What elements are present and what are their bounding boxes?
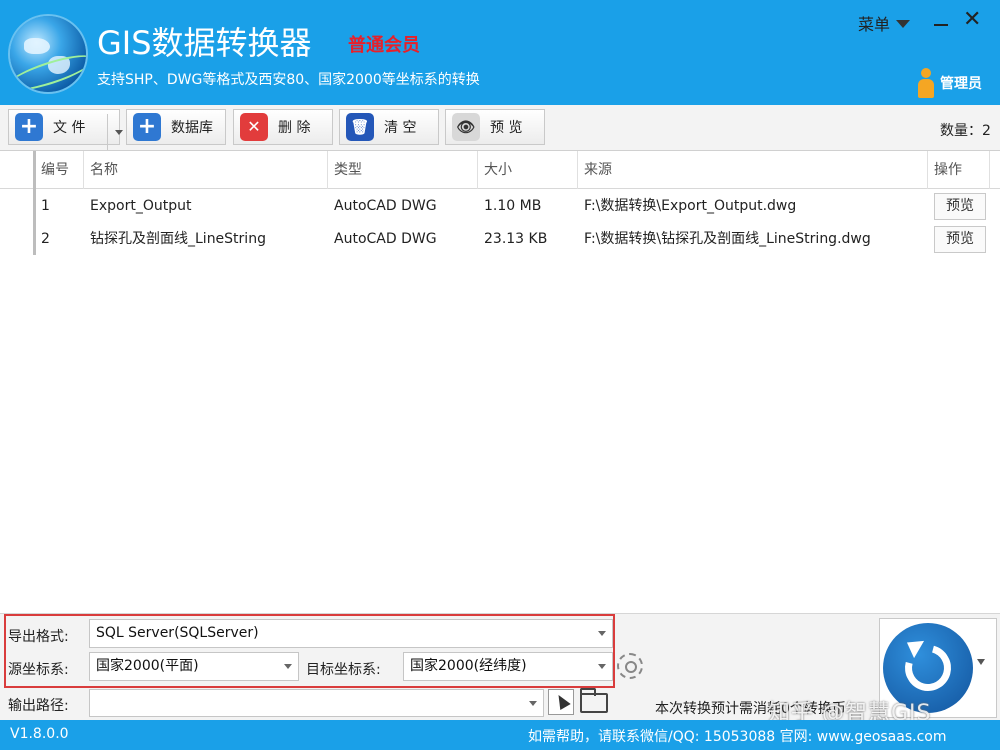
- cell-id: 2: [41, 231, 50, 247]
- membership-badge: 普通会员: [348, 35, 420, 56]
- user-label: 管理员: [940, 76, 982, 92]
- source-crs-select[interactable]: 国家2000(平面): [89, 652, 299, 681]
- clear-button[interactable]: 🗑 清 空: [339, 109, 439, 145]
- source-crs-value: 国家2000(平面): [96, 658, 199, 674]
- menu-dropdown-icon: [896, 20, 911, 28]
- column-header-id[interactable]: 编号: [35, 151, 84, 189]
- app-header: GIS数据转换器 普通会员 支持SHP、DWG等格式及西安80、国家2000等坐…: [0, 0, 1000, 105]
- app-subtitle: 支持SHP、DWG等格式及西安80、国家2000等坐标系的转换: [97, 72, 480, 88]
- database-button-label: 数据库: [171, 120, 213, 136]
- cell-type: AutoCAD DWG: [334, 231, 437, 247]
- cell-name: Export_Output: [90, 198, 192, 214]
- source-crs-label: 源坐标系:: [8, 662, 69, 678]
- table-header: 编号 名称 类型 大小 来源 操作: [0, 151, 1000, 189]
- file-table: 编号 名称 类型 大小 来源 操作 1 Export_Output AutoCA…: [0, 151, 1000, 613]
- file-button-label: 文 件: [53, 120, 86, 136]
- row-preview-button[interactable]: 预览: [934, 193, 986, 220]
- contact-info: 如需帮助，请联系微信/QQ: 15053088 官网: www.geosaas.…: [528, 729, 947, 745]
- chevron-down-icon: [598, 664, 606, 669]
- status-bar: V1.8.0.0 如需帮助，请联系微信/QQ: 15053088 官网: www…: [0, 720, 1000, 750]
- column-header-type[interactable]: 类型: [328, 151, 478, 189]
- cell-source: F:\数据转换\钻探孔及剖面线_LineString.dwg: [584, 231, 871, 247]
- pick-target-icon[interactable]: [548, 689, 574, 715]
- conversion-cost-estimate: 本次转换预计需消耗0个转换币: [655, 701, 846, 717]
- cell-id: 1: [41, 198, 50, 214]
- export-format-value: SQL Server(SQLServer): [96, 625, 259, 641]
- convert-button-frame: [879, 618, 997, 718]
- cell-name: 钻探孔及剖面线_LineString: [90, 231, 266, 247]
- toolbar: + 文 件 + 数据库 ✕ 删 除 🗑 清 空 👁 预 览 数量：2: [0, 105, 1000, 151]
- table-row[interactable]: 1 Export_Output AutoCAD DWG 1.10 MB F:\数…: [0, 190, 1000, 223]
- menu-button[interactable]: 菜单: [858, 11, 911, 35]
- version-label: V1.8.0.0: [10, 726, 69, 742]
- delete-button-label: 删 除: [278, 120, 311, 136]
- database-button[interactable]: + 数据库: [126, 109, 226, 145]
- column-header-name[interactable]: 名称: [84, 151, 328, 189]
- export-format-select[interactable]: SQL Server(SQLServer): [89, 619, 613, 648]
- app-title: GIS数据转换器: [97, 24, 312, 62]
- preview-button-label: 预 览: [490, 120, 523, 136]
- target-crs-label: 目标坐标系:: [306, 662, 381, 678]
- column-header-source[interactable]: 来源: [578, 151, 928, 189]
- user-icon: [918, 68, 934, 98]
- cell-size: 23.13 KB: [484, 231, 548, 247]
- eye-icon: 👁: [452, 113, 480, 141]
- delete-icon: ✕: [240, 113, 268, 141]
- settings-gear-icon[interactable]: [617, 653, 643, 679]
- trash-icon: 🗑: [346, 113, 374, 141]
- table-row[interactable]: 2 钻探孔及剖面线_LineString AutoCAD DWG 23.13 K…: [0, 223, 1000, 256]
- target-crs-value: 国家2000(经纬度): [410, 658, 527, 674]
- delete-button[interactable]: ✕ 删 除: [233, 109, 333, 145]
- output-path-label: 输出路径:: [8, 698, 69, 714]
- folder-icon[interactable]: [580, 688, 608, 713]
- globe-logo-icon: [10, 16, 86, 92]
- output-path-input[interactable]: [89, 689, 544, 717]
- cell-type: AutoCAD DWG: [334, 198, 437, 214]
- file-count: 数量：2: [940, 123, 991, 139]
- column-header-size[interactable]: 大小: [478, 151, 578, 189]
- user-profile[interactable]: 管理员: [918, 68, 982, 98]
- chevron-down-icon: [529, 701, 537, 706]
- menu-label: 菜单: [858, 15, 891, 34]
- preview-button[interactable]: 👁 预 览: [445, 109, 545, 145]
- clear-button-label: 清 空: [384, 120, 417, 136]
- file-button[interactable]: + 文 件: [8, 109, 120, 150]
- chevron-down-icon: [284, 664, 292, 669]
- chevron-down-icon: [598, 631, 606, 636]
- minimize-button[interactable]: [932, 10, 950, 32]
- close-button[interactable]: ✕: [963, 8, 981, 32]
- add-database-icon: +: [133, 113, 161, 141]
- column-header-action[interactable]: 操作: [928, 151, 990, 189]
- add-file-icon: +: [15, 113, 43, 141]
- cell-source: F:\数据转换\Export_Output.dwg: [584, 198, 797, 214]
- row-preview-button[interactable]: 预览: [934, 226, 986, 253]
- export-format-label: 导出格式:: [8, 629, 69, 645]
- target-crs-select[interactable]: 国家2000(经纬度): [403, 652, 613, 681]
- convert-button[interactable]: [883, 623, 973, 713]
- convert-options-dropdown[interactable]: [977, 659, 985, 665]
- conversion-settings-panel: 导出格式: SQL Server(SQLServer) 源坐标系: 国家2000…: [0, 613, 1000, 720]
- cell-size: 1.10 MB: [484, 198, 542, 214]
